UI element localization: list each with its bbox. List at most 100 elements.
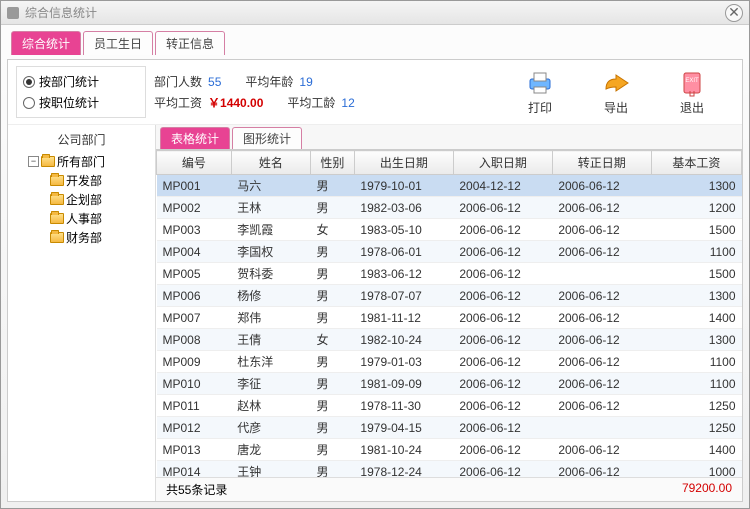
table-cell: 1250 bbox=[651, 417, 741, 439]
inner-tab[interactable]: 表格统计 bbox=[160, 127, 230, 149]
radio-icon bbox=[23, 76, 35, 88]
outer-tab[interactable]: 转正信息 bbox=[155, 31, 225, 55]
table-cell: 2004-12-12 bbox=[453, 175, 552, 197]
table-cell: 李国权 bbox=[231, 241, 310, 263]
table-cell: 1400 bbox=[651, 439, 741, 461]
table-cell bbox=[552, 263, 651, 285]
table-cell: 2006-06-12 bbox=[453, 395, 552, 417]
inner-tab[interactable]: 图形统计 bbox=[232, 127, 302, 149]
tree-node[interactable]: 开发部 bbox=[10, 171, 153, 190]
table-cell: 1978-12-24 bbox=[354, 461, 453, 478]
table-cell: MP001 bbox=[157, 175, 232, 197]
table-cell: 2006-06-12 bbox=[552, 175, 651, 197]
radio-label: 按职位统计 bbox=[39, 94, 99, 111]
tree-node-label: 企划部 bbox=[66, 191, 102, 208]
app-icon bbox=[7, 7, 19, 19]
table-scroll[interactable]: 编号姓名性别出生日期入职日期转正日期基本工资 MP001马六男1979-10-0… bbox=[156, 149, 742, 477]
column-header[interactable]: 转正日期 bbox=[552, 151, 651, 175]
table-row[interactable]: MP010李征男1981-09-092006-06-122006-06-1211… bbox=[157, 373, 742, 395]
table-cell: 1983-05-10 bbox=[354, 219, 453, 241]
column-header[interactable]: 入职日期 bbox=[453, 151, 552, 175]
table-cell: MP013 bbox=[157, 439, 232, 461]
table-row[interactable]: MP013唐龙男1981-10-242006-06-122006-06-1214… bbox=[157, 439, 742, 461]
outer-tab[interactable]: 员工生日 bbox=[83, 31, 153, 55]
table-cell: 1983-06-12 bbox=[354, 263, 453, 285]
tree-node[interactable]: 财务部 bbox=[10, 228, 153, 247]
radio-by-dept[interactable]: 按部门统计 bbox=[23, 71, 139, 92]
folder-icon bbox=[50, 213, 64, 224]
close-button[interactable]: ✕ bbox=[725, 4, 743, 22]
table-cell: 2006-06-12 bbox=[453, 263, 552, 285]
table-cell: 2006-06-12 bbox=[552, 285, 651, 307]
collapse-icon[interactable]: − bbox=[28, 156, 39, 167]
table-cell: 男 bbox=[310, 395, 354, 417]
table-cell: 1982-03-06 bbox=[354, 197, 453, 219]
window-frame: 综合信息统计 ✕ 综合统计员工生日转正信息 按部门统计 按职位统计 bbox=[0, 0, 750, 509]
table-row[interactable]: MP012代彦男1979-04-152006-06-121250 bbox=[157, 417, 742, 439]
table-cell: 1981-10-24 bbox=[354, 439, 453, 461]
column-header[interactable]: 基本工资 bbox=[651, 151, 741, 175]
outer-tab[interactable]: 综合统计 bbox=[11, 31, 81, 55]
stat-avg-salary: 平均工资 ￥1440.00 bbox=[154, 94, 263, 111]
tree-node[interactable]: 人事部 bbox=[10, 209, 153, 228]
tree-root-label: 所有部门 bbox=[57, 153, 105, 170]
print-button[interactable]: 打印 bbox=[514, 69, 566, 116]
table-cell: 男 bbox=[310, 175, 354, 197]
table-footer: 共55条记录 79200.00 bbox=[156, 477, 742, 501]
table-cell: 1978-07-07 bbox=[354, 285, 453, 307]
table-cell: 2006-06-12 bbox=[552, 329, 651, 351]
table-row[interactable]: MP008王倩女1982-10-242006-06-122006-06-1213… bbox=[157, 329, 742, 351]
radio-by-job[interactable]: 按职位统计 bbox=[23, 92, 139, 113]
tree-node[interactable]: 企划部 bbox=[10, 190, 153, 209]
column-header[interactable]: 编号 bbox=[157, 151, 232, 175]
table-row[interactable]: MP014王钟男1978-12-242006-06-122006-06-1210… bbox=[157, 461, 742, 478]
table-cell: 1400 bbox=[651, 307, 741, 329]
table-row[interactable]: MP001马六男1979-10-012004-12-122006-06-1213… bbox=[157, 175, 742, 197]
table-cell: MP008 bbox=[157, 329, 232, 351]
table-header-row: 编号姓名性别出生日期入职日期转正日期基本工资 bbox=[157, 151, 742, 175]
table-row[interactable]: MP009杜东洋男1979-01-032006-06-122006-06-121… bbox=[157, 351, 742, 373]
table-body: MP001马六男1979-10-012004-12-122006-06-1213… bbox=[157, 175, 742, 478]
table-cell: 贺科委 bbox=[231, 263, 310, 285]
tree-root[interactable]: − 所有部门 bbox=[10, 152, 153, 171]
table-cell: 唐龙 bbox=[231, 439, 310, 461]
table-row[interactable]: MP003李凯霞女1983-05-102006-06-122006-06-121… bbox=[157, 219, 742, 241]
table-cell: MP004 bbox=[157, 241, 232, 263]
table-row[interactable]: MP005贺科委男1983-06-122006-06-121500 bbox=[157, 263, 742, 285]
table-cell: 1978-06-01 bbox=[354, 241, 453, 263]
column-header[interactable]: 姓名 bbox=[231, 151, 310, 175]
table-row[interactable]: MP006杨修男1978-07-072006-06-122006-06-1213… bbox=[157, 285, 742, 307]
table-row[interactable]: MP011赵林男1978-11-302006-06-122006-06-1212… bbox=[157, 395, 742, 417]
right-pane: 表格统计图形统计 编号姓名性别出生日期入职日期转正日期基本工资 MP001马六男… bbox=[156, 125, 742, 501]
printer-icon bbox=[524, 69, 556, 97]
table-cell: 2006-06-12 bbox=[453, 285, 552, 307]
table-row[interactable]: MP002王林男1982-03-062006-06-122006-06-1212… bbox=[157, 197, 742, 219]
summary-row: 按部门统计 按职位统计 部门人数 55 平均年龄 19 bbox=[8, 60, 742, 125]
table-cell: 2006-06-12 bbox=[453, 417, 552, 439]
titlebar: 综合信息统计 ✕ bbox=[1, 1, 749, 25]
table-row[interactable]: MP004李国权男1978-06-012006-06-122006-06-121… bbox=[157, 241, 742, 263]
table-cell: 1300 bbox=[651, 175, 741, 197]
table-cell: 男 bbox=[310, 417, 354, 439]
table-cell: MP006 bbox=[157, 285, 232, 307]
radio-label: 按部门统计 bbox=[39, 73, 99, 90]
table-cell: 2006-06-12 bbox=[453, 461, 552, 478]
table-cell: 1978-11-30 bbox=[354, 395, 453, 417]
export-button[interactable]: 导出 bbox=[590, 69, 642, 116]
tree-node-label: 开发部 bbox=[66, 172, 102, 189]
svg-text:EXIT: EXIT bbox=[685, 78, 699, 84]
table-cell: MP002 bbox=[157, 197, 232, 219]
column-header[interactable]: 性别 bbox=[310, 151, 354, 175]
table-cell: 2006-06-12 bbox=[552, 197, 651, 219]
table-cell: MP007 bbox=[157, 307, 232, 329]
table-cell: 1000 bbox=[651, 461, 741, 478]
exit-button[interactable]: EXIT 退出 bbox=[666, 69, 718, 116]
table-cell: 2006-06-12 bbox=[552, 439, 651, 461]
table-row[interactable]: MP007郑伟男1981-11-122006-06-122006-06-1214… bbox=[157, 307, 742, 329]
tree-node-label: 财务部 bbox=[66, 229, 102, 246]
table-cell: 1100 bbox=[651, 351, 741, 373]
column-header[interactable]: 出生日期 bbox=[354, 151, 453, 175]
mid-split: 公司部门 − 所有部门 开发部企划部人事部财务部 表格统计图形统计 编号姓名性别… bbox=[8, 125, 742, 501]
table-cell: 代彦 bbox=[231, 417, 310, 439]
export-icon bbox=[600, 69, 632, 97]
